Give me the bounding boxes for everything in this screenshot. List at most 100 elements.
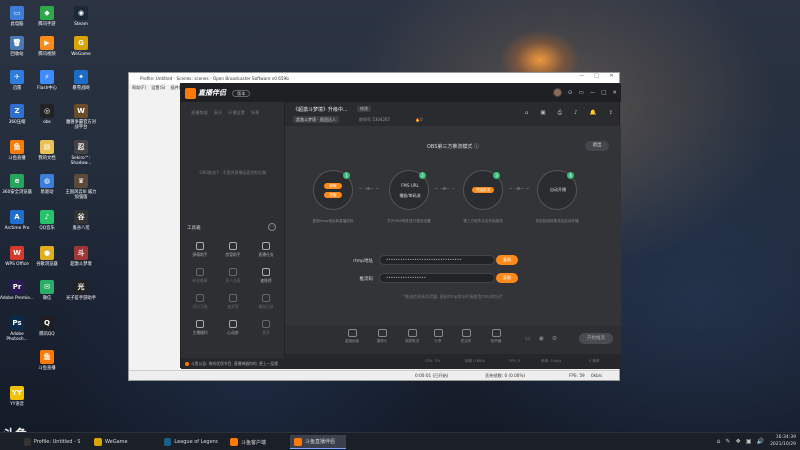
tab-stream-settings[interactable]: 开播设置 [228, 110, 245, 116]
tool-icon [229, 294, 237, 302]
maximize-button[interactable]: □ [601, 90, 606, 96]
step-1-get-button-1[interactable]: 获取 [324, 183, 342, 189]
avatar[interactable] [552, 88, 562, 97]
share-tool[interactable]: 分享 [425, 329, 451, 344]
desktop-icon[interactable]: ✦ 暴雪战网 [64, 70, 98, 91]
desktop-icon[interactable]: Z 360压缩 [0, 104, 34, 125]
close-button[interactable]: ✕ [604, 73, 619, 79]
tray-home-icon[interactable]: ⌂ [717, 438, 721, 445]
menu-help[interactable]: 帮助(F) [132, 85, 146, 91]
music-icon[interactable]: ♪ [574, 110, 578, 117]
desktop-icon[interactable]: W WPS Office [0, 246, 34, 267]
desktop-icon[interactable]: ▶ 腾讯视频 [30, 36, 64, 57]
bell-icon[interactable]: 🔔 [590, 110, 597, 117]
settings-icon[interactable]: ⊙ [568, 90, 573, 96]
desktop-icon[interactable]: 🗑 回收站 [0, 36, 34, 57]
skin-icon[interactable]: ▭ [578, 90, 583, 96]
rtmp-field[interactable]: •••••••••••••••••••••••••••••••• [379, 255, 495, 265]
tool-item[interactable]: 弹幕助手 [185, 242, 215, 258]
desktop-icon[interactable]: A Arctime Pro [0, 210, 34, 231]
tool-item[interactable]: 速推榜 [251, 268, 281, 284]
tool-item[interactable]: 主播福利 [185, 320, 215, 336]
companion-window[interactable]: 直播伴侣 版本 ⊙ ▭ — □ ✕ 直播数据 高光 开播设置 场景 OBS推流下… [180, 83, 621, 369]
live-screen-tool[interactable]: 直播画面 [339, 329, 365, 344]
home-icon[interactable]: ⌂ [525, 110, 529, 117]
minimize-button[interactable]: — [574, 73, 589, 79]
taskbar-item[interactable]: Profile: Untitled - Sc... [20, 435, 84, 449]
tool-item[interactable]: 心动房 [218, 320, 248, 336]
desktop-icon[interactable]: e 360安全浏览器 [0, 174, 34, 195]
menu-settings[interactable]: 设置(S) [151, 85, 165, 91]
tool-item[interactable]: 直播任务 [251, 242, 281, 258]
desktop-icon[interactable]: ▭ 此电脑 [0, 6, 34, 27]
exit-button[interactable]: 退出 [585, 141, 609, 151]
desktop-icon[interactable]: 鱼斗鱼直播 [30, 350, 64, 371]
notice-bar[interactable]: 斗鱼公告: 收听优质节目, 直播神器你的, 更上一层楼 [181, 358, 285, 369]
desktop-icon[interactable]: G WeGame [64, 36, 98, 57]
tool-item[interactable]: 进行万能 [185, 294, 215, 310]
eye-icon[interactable]: ◉ [539, 335, 544, 342]
more-icon[interactable]: ··· [268, 223, 276, 231]
tool-item[interactable]: 粉丝徽章 [185, 268, 215, 284]
desktop-icon[interactable]: 忍 Sekiro™: Shadow... [64, 140, 98, 166]
camera-tool[interactable]: 摄像头 [369, 329, 395, 344]
share-icon[interactable]: ⇪ [608, 110, 613, 117]
screen-capture-tool[interactable]: 录屏推流 [399, 329, 425, 344]
desktop-icon[interactable]: Ps Adobe Photosh... [0, 316, 34, 342]
clock[interactable]: 16:34:39 2021/10/29 [770, 434, 796, 448]
record-icon[interactable]: ⎙ [558, 110, 562, 117]
desktop-icon[interactable]: W 魔兽争霸官方对战平台 [64, 104, 98, 130]
edit-title-button[interactable]: 修改 [357, 106, 371, 112]
volume-icon[interactable]: 🔊 [757, 438, 764, 445]
desktop-icon[interactable]: 斗超激斗梦境 [64, 246, 98, 267]
minimize-button[interactable]: — [590, 90, 596, 96]
desktop-icon[interactable]: ✈ 迅雷 [0, 70, 34, 91]
desktop-icon[interactable]: ⚡ Flash中心 [30, 70, 64, 91]
microphone-tool[interactable]: 麦克风 [453, 329, 479, 344]
desktop-icon[interactable]: YY YY语音 [0, 386, 34, 407]
taskbar-item[interactable]: 斗鱼直播伴侣 [290, 435, 346, 449]
gear-icon[interactable]: ⚙ [552, 335, 557, 342]
desktop-icon[interactable]: ♛ 王国风云III 威力加强版 [64, 174, 98, 200]
stream-key-field[interactable]: ••••••••••••••••• [379, 273, 495, 283]
desktop-icon[interactable]: ◍ 易驱动 [30, 174, 64, 195]
scene-icon[interactable]: ▣ [540, 110, 545, 117]
desktop-icon[interactable]: Pr Adobe Premie... [0, 280, 34, 301]
tool-item[interactable]: 播放记录 [251, 294, 281, 310]
close-button[interactable]: ✕ [612, 90, 617, 96]
maximize-button[interactable]: □ [589, 73, 604, 79]
desktop-icon[interactable]: ✉ 微信 [30, 280, 64, 301]
start-stream-button[interactable]: 开始推流 [579, 333, 613, 344]
copy-stream-key-button[interactable]: 复制 [496, 273, 518, 283]
room-category[interactable]: 超激斗梦境 · 限团达人 [293, 116, 339, 123]
tab-highlight[interactable]: 高光 [214, 110, 222, 116]
desktop-icon[interactable]: 谷鬼谷八荒 [64, 210, 98, 231]
desktop-icon[interactable]: ♪ QQ音乐 [30, 210, 64, 231]
tab-live-data[interactable]: 直播数据 [191, 110, 208, 116]
desktop-icon[interactable]: ◆ 腾讯手游 [30, 6, 64, 27]
desktop-icon[interactable]: ◎ obs [30, 104, 64, 125]
tab-scene[interactable]: 场景 [251, 110, 259, 116]
taskbar-item[interactable]: 斗鱼客户端 [226, 435, 284, 449]
tool-item[interactable]: 更多 [251, 320, 281, 336]
app-icon: ◉ [74, 6, 88, 20]
tray-pen-icon[interactable]: ✎ [725, 438, 730, 445]
desktop-icon[interactable]: 鱼斗鱼直播 [0, 140, 34, 161]
desktop-icon[interactable]: ▤ 我的文档 [30, 140, 64, 161]
tray-display-icon[interactable]: ▣ [746, 438, 752, 445]
copy-rtmp-button[interactable]: 复制 [496, 255, 518, 265]
taskbar-item[interactable]: League of Legends [160, 435, 222, 449]
version-pill[interactable]: 版本 [232, 89, 251, 97]
tool-item[interactable]: 房管助手 [218, 242, 248, 258]
desktop-icon[interactable]: Q 腾讯QQ [30, 316, 64, 337]
step-1-get-button-2[interactable]: 获取 [324, 192, 342, 198]
tray-app-icon[interactable]: ❖ [735, 438, 740, 445]
tool-item[interactable]: 抽奖等 [218, 294, 248, 310]
desktop-icon[interactable]: 光光子鲨手游助手 [64, 280, 98, 301]
speaker-tool[interactable]: 扬声器 [483, 329, 509, 344]
record-icon[interactable]: ▭ [525, 335, 531, 342]
tool-item[interactable]: 多人连麦 [218, 268, 248, 284]
desktop-icon[interactable]: ◉ Steam [64, 6, 98, 27]
desktop-icon[interactable]: ● 谷歌浏览器 [30, 246, 64, 267]
taskbar-item[interactable]: WeGame [90, 435, 150, 449]
